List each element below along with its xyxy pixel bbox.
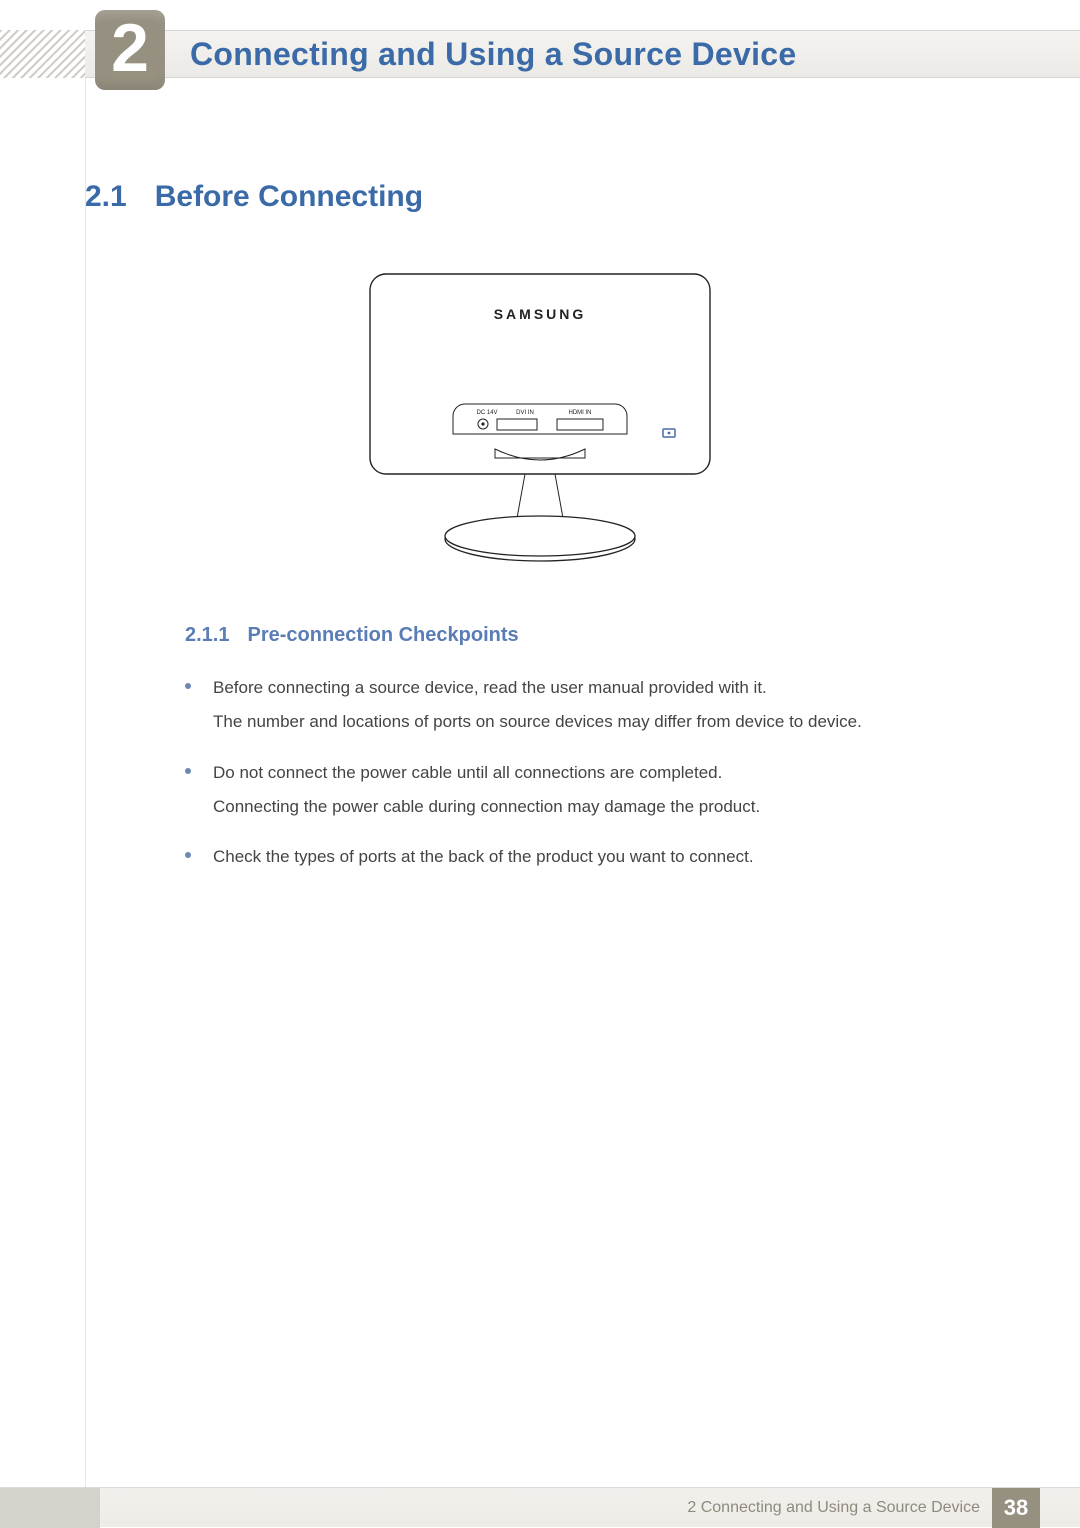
page-footer: 2 Connecting and Using a Source Device 3… bbox=[0, 1487, 1080, 1527]
illustration-wrap: SAMSUNG DC 14V DVI IN HDMI IN bbox=[85, 269, 995, 569]
bullet-text: The number and locations of ports on sou… bbox=[213, 709, 862, 735]
bullet-dot-icon bbox=[185, 852, 191, 858]
footer-left-tab bbox=[0, 1488, 100, 1528]
header-hatch-decoration bbox=[0, 30, 85, 78]
monitor-illustration: SAMSUNG DC 14V DVI IN HDMI IN bbox=[365, 269, 715, 569]
monitor-neck bbox=[495, 449, 585, 460]
port-label-1: DVI IN bbox=[516, 410, 534, 416]
section-number: 2.1 bbox=[85, 180, 127, 214]
bullet-list: Before connecting a source device, read … bbox=[185, 675, 995, 879]
brand-label: SAMSUNG bbox=[494, 306, 587, 322]
bullet-text: Connecting the power cable during connec… bbox=[213, 794, 760, 820]
subsection-number: 2.1.1 bbox=[185, 624, 229, 647]
list-item: Check the types of ports at the back of … bbox=[185, 844, 995, 878]
list-item: Before connecting a source device, read … bbox=[185, 675, 995, 744]
chapter-number-badge: 2 bbox=[95, 10, 165, 90]
chapter-title-wrap: Connecting and Using a Source Device bbox=[190, 30, 1040, 78]
bullet-dot-icon bbox=[185, 683, 191, 689]
list-item: Do not connect the power cable until all… bbox=[185, 760, 995, 829]
bullet-text: Check the types of ports at the back of … bbox=[213, 844, 754, 870]
kensington-lock-dot bbox=[668, 432, 671, 435]
subsection-title: Pre-connection Checkpoints bbox=[247, 624, 518, 647]
bullet-dot-icon bbox=[185, 768, 191, 774]
subsection-heading: 2.1.1 Pre-connection Checkpoints bbox=[185, 624, 995, 647]
port-panel: DC 14V DVI IN HDMI IN bbox=[453, 404, 627, 434]
port-label-2: HDMI IN bbox=[569, 410, 592, 416]
chapter-number: 2 bbox=[111, 14, 149, 82]
section-heading: 2.1 Before Connecting bbox=[85, 180, 995, 214]
chapter-title: Connecting and Using a Source Device bbox=[190, 36, 797, 73]
bullet-text: Do not connect the power cable until all… bbox=[213, 760, 760, 786]
section-title: Before Connecting bbox=[155, 180, 423, 214]
page-number-badge: 38 bbox=[992, 1488, 1040, 1528]
main-content: 2.1 Before Connecting SAMSUNG DC 14V DVI… bbox=[85, 180, 995, 895]
footer-text: 2 Connecting and Using a Source Device bbox=[687, 1499, 980, 1517]
bullet-text: Before connecting a source device, read … bbox=[213, 675, 862, 701]
page-number: 38 bbox=[1004, 1495, 1028, 1521]
port-label-0: DC 14V bbox=[476, 410, 497, 416]
